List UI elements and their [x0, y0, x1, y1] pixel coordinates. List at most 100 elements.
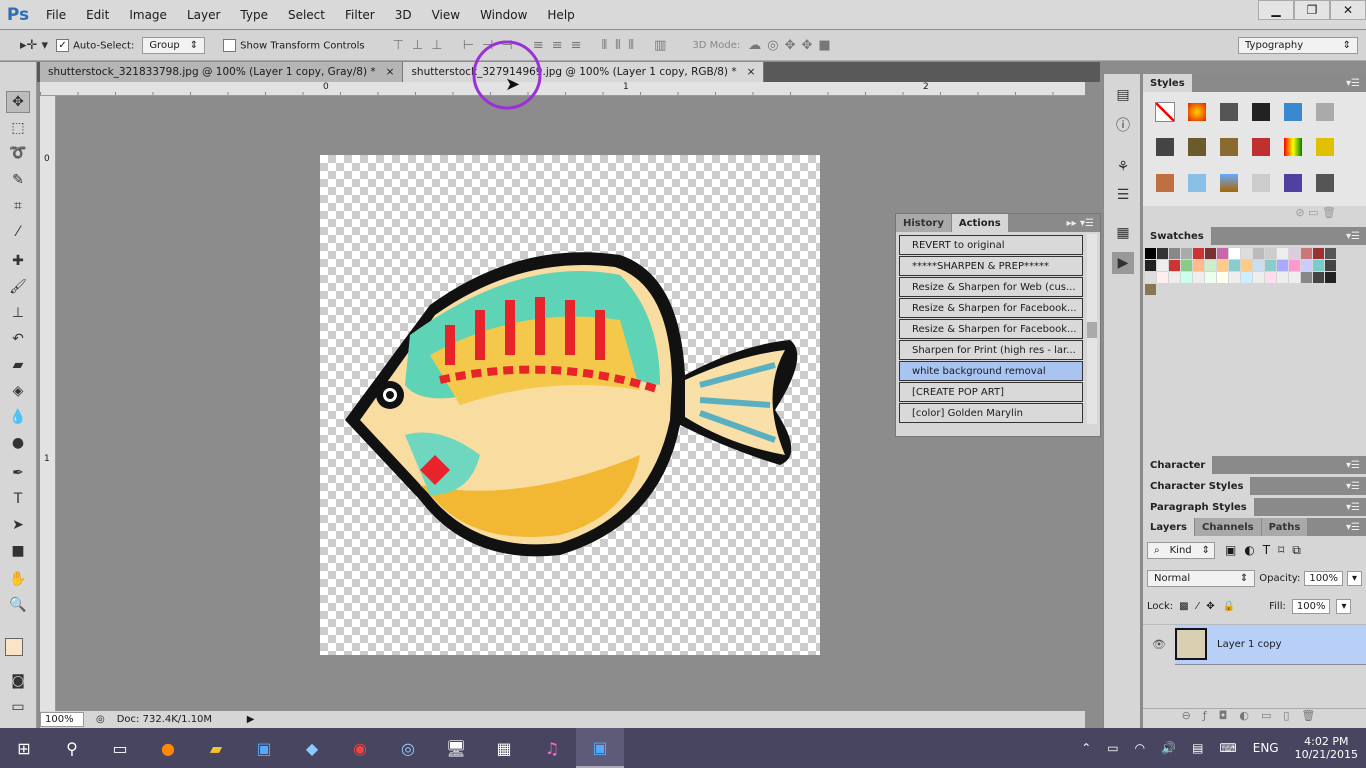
color-swatch[interactable]	[1253, 272, 1264, 283]
color-swatch[interactable]	[1325, 260, 1336, 271]
adjustments-icon[interactable]: ☰	[1112, 184, 1134, 206]
tab-paragraph-styles[interactable]: Paragraph Styles	[1143, 498, 1255, 516]
firefox-icon[interactable]: ●	[144, 728, 192, 768]
color-swatch[interactable]	[1205, 272, 1216, 283]
color-swatch[interactable]	[1289, 260, 1300, 271]
style-swatch[interactable]	[1245, 96, 1277, 128]
color-swatch[interactable]	[1253, 248, 1264, 259]
panel-menu-icon[interactable]: ▾☰	[1346, 456, 1366, 474]
network-app-icon[interactable]: 🖥	[432, 728, 480, 768]
restore-button[interactable]: ❐	[1294, 0, 1330, 20]
color-swatch[interactable]	[1289, 248, 1300, 259]
fill-field[interactable]: 100%	[1291, 598, 1331, 614]
style-swatch[interactable]	[1149, 167, 1181, 199]
color-swatch[interactable]	[1313, 272, 1324, 283]
action-item[interactable]: Resize & Sharpen for Web (cus...	[899, 277, 1083, 297]
battery-icon[interactable]: ▭	[1099, 741, 1126, 755]
tab-styles[interactable]: Styles	[1143, 74, 1193, 92]
file-explorer-icon[interactable]: ▰	[192, 728, 240, 768]
style-swatch[interactable]	[1309, 167, 1341, 199]
dodge-tool-icon[interactable]: ●	[6, 432, 30, 454]
color-swatch[interactable]	[1193, 260, 1204, 271]
wifi-icon[interactable]: ◠	[1127, 741, 1153, 755]
clock[interactable]: 4:02 PM 10/21/2015	[1287, 735, 1366, 761]
style-swatch[interactable]	[1213, 96, 1245, 128]
style-swatch[interactable]	[1149, 131, 1181, 163]
brush-presets-icon[interactable]: ⚘	[1112, 156, 1134, 178]
language-indicator[interactable]: ENG	[1245, 741, 1287, 755]
styles-footer-icons[interactable]: ⊘ ▭ 🗑	[1143, 206, 1366, 225]
panel-menu-icon[interactable]: ▸▸ ▾☰	[1066, 214, 1100, 232]
color-swatch[interactable]	[1169, 248, 1180, 259]
close-button[interactable]: ✕	[1330, 0, 1366, 20]
layer-filter-dropdown[interactable]: ⌕ Kind ⇕	[1147, 541, 1215, 559]
color-swatch[interactable]	[1277, 260, 1288, 271]
type-tool-icon[interactable]: T	[6, 488, 30, 510]
lock-icons[interactable]: ▩⁄✥🔒	[1179, 601, 1243, 612]
color-swatch[interactable]	[1193, 248, 1204, 259]
style-swatch[interactable]	[1309, 131, 1341, 163]
color-swatch[interactable]	[1145, 260, 1156, 271]
show-hidden-icon[interactable]: ⌃	[1073, 741, 1099, 755]
action-item[interactable]: Sharpen for Print (high res - lar...	[899, 340, 1083, 360]
menu-3d[interactable]: 3D	[385, 8, 422, 22]
color-swatch[interactable]	[1301, 272, 1312, 283]
task-view-icon[interactable]: ▭	[96, 728, 144, 768]
color-swatch[interactable]	[1169, 260, 1180, 271]
show-transform-checkbox[interactable]: Show Transform Controls	[223, 38, 365, 52]
action-item[interactable]: Resize & Sharpen for Facebook...	[899, 298, 1083, 318]
minimize-button[interactable]: ▁	[1258, 0, 1294, 20]
workspace-dropdown[interactable]: Typography ⇕	[1238, 36, 1358, 54]
color-swatch[interactable]	[1217, 260, 1228, 271]
style-swatch[interactable]	[1213, 131, 1245, 163]
blur-tool-icon[interactable]: 💧	[6, 406, 30, 428]
style-swatch[interactable]	[1277, 131, 1309, 163]
fill-dropdown-arrow[interactable]: ▾	[1336, 598, 1352, 614]
tab-character[interactable]: Character	[1143, 456, 1214, 474]
crop-tool-icon[interactable]: ⌗	[6, 195, 30, 217]
menu-type[interactable]: Type	[230, 8, 278, 22]
calculator-icon[interactable]: ▦	[480, 728, 528, 768]
opacity-dropdown-arrow[interactable]: ▾	[1346, 570, 1362, 586]
style-swatch[interactable]	[1277, 167, 1309, 199]
tab-actions[interactable]: Actions	[951, 214, 1009, 232]
scrollbar[interactable]	[1087, 234, 1097, 424]
hand-tool-icon[interactable]: ✋	[6, 568, 30, 590]
color-swatch[interactable]	[1157, 248, 1168, 259]
color-swatch[interactable]	[1181, 260, 1192, 271]
filter-icons[interactable]: ▣◐T⌑⧉	[1225, 543, 1309, 558]
color-swatch[interactable]	[1229, 260, 1240, 271]
style-swatch[interactable]	[1213, 167, 1245, 199]
action-item[interactable]: Resize & Sharpen for Facebook...	[899, 319, 1083, 339]
photoshop-taskbar-icon[interactable]: ▣	[240, 728, 288, 768]
path-selection-tool-icon[interactable]: ➤	[6, 514, 30, 536]
auto-select-type-dropdown[interactable]: Group ⇕	[142, 36, 206, 54]
eyedropper-tool-icon[interactable]: ⁄	[6, 221, 30, 243]
3d-mode-icons[interactable]: ☁◎✥✥■	[748, 38, 836, 53]
color-swatch[interactable]	[1241, 260, 1252, 271]
menu-help[interactable]: Help	[537, 8, 584, 22]
color-swatch[interactable]	[1193, 272, 1204, 283]
color-swatch[interactable]	[1145, 284, 1156, 295]
chrome-icon[interactable]: ◉	[336, 728, 384, 768]
tab-paths[interactable]: Paths	[1261, 518, 1309, 536]
pen-tool-icon[interactable]: ✒	[6, 462, 30, 484]
tab-document-2[interactable]: shutterstock_327914969.jpg @ 100% (Layer…	[403, 62, 765, 82]
itunes-icon[interactable]: ♫	[528, 728, 576, 768]
lasso-tool-icon[interactable]: ➰	[6, 142, 30, 164]
menu-layer[interactable]: Layer	[177, 8, 230, 22]
menu-file[interactable]: File	[36, 8, 76, 22]
action-item[interactable]: REVERT to original	[899, 235, 1083, 255]
properties-icon[interactable]: ▦	[1112, 222, 1134, 244]
style-swatch[interactable]	[1245, 131, 1277, 163]
close-tab-icon[interactable]: ×	[386, 66, 395, 78]
color-swatch[interactable]	[1265, 248, 1276, 259]
color-swatch[interactable]	[1205, 260, 1216, 271]
menu-select[interactable]: Select	[278, 8, 335, 22]
color-swatch[interactable]	[1205, 248, 1216, 259]
paint-bucket-tool-icon[interactable]: ◈	[6, 380, 30, 402]
color-swatch[interactable]	[1313, 260, 1324, 271]
zoom-tool-icon[interactable]: 🔍	[6, 594, 30, 616]
app-icon[interactable]: ◆	[288, 728, 336, 768]
color-swatch[interactable]	[1181, 248, 1192, 259]
